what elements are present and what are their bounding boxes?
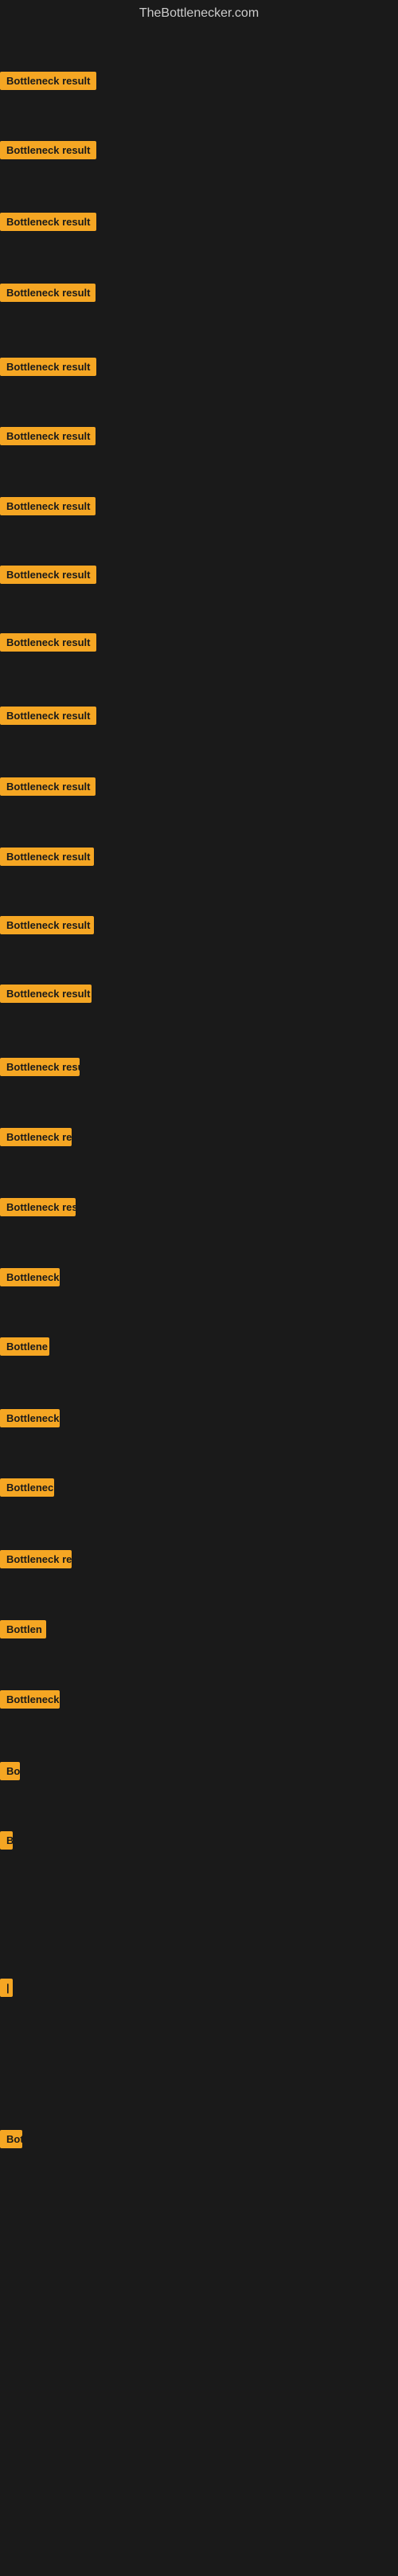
bottleneck-item: Bottleneck resu [0, 1198, 76, 1220]
bottleneck-badge[interactable]: Bottleneck [0, 1268, 60, 1286]
bottleneck-item: Bottleneck result [0, 213, 96, 235]
bottleneck-item: Bottleneck re [0, 1128, 72, 1150]
bottleneck-badge[interactable]: Bottleneck result [0, 707, 96, 725]
bottleneck-badge[interactable]: B [0, 1831, 13, 1850]
bottleneck-badge[interactable]: Bottleneck result [0, 213, 96, 231]
bottleneck-badge[interactable]: Bottleneck result [0, 848, 94, 866]
bottleneck-item: Bottleneck result [0, 916, 94, 938]
bottleneck-item: Bottleneck [0, 1690, 60, 1713]
bottleneck-item: | [0, 1979, 13, 2001]
bottleneck-item: Bottleneck result [0, 497, 96, 519]
bottleneck-item: Bottleneck result [0, 72, 96, 94]
bottleneck-badge[interactable]: Bottleneck result [0, 358, 96, 376]
bottleneck-badge[interactable]: Bottleneck resu [0, 1198, 76, 1216]
bottleneck-item: Bottleneck result [0, 985, 92, 1007]
bottleneck-badge[interactable]: Bottleneck result [0, 777, 96, 796]
bottleneck-badge[interactable]: Bottleneck result [0, 916, 94, 934]
bottleneck-badge[interactable]: Bottlen [0, 1620, 46, 1638]
bottleneck-badge[interactable]: Bottlene [0, 1337, 49, 1356]
bottleneck-badge[interactable]: Bottleneck result [0, 633, 96, 652]
bottleneck-item: Bottlen [0, 1620, 46, 1642]
bottleneck-item: Bottleneck [0, 1268, 60, 1290]
bottleneck-badge[interactable]: Bottleneck result [0, 1058, 80, 1076]
bottleneck-item: Bottleneck result [0, 777, 96, 800]
site-title: TheBottlenecker.com [0, 0, 398, 27]
bottleneck-badge[interactable]: Bottleneck result [0, 566, 96, 584]
bottleneck-badge[interactable]: Bottleneck result [0, 284, 96, 302]
bottleneck-item: Bottlene [0, 1337, 49, 1360]
bottleneck-badge[interactable]: Bottleneck re [0, 1550, 72, 1568]
bottleneck-item: Bot [0, 2130, 22, 2152]
bottleneck-badge[interactable]: Bottleneck re [0, 1128, 72, 1146]
bottleneck-badge[interactable]: Bot [0, 2130, 22, 2148]
bottleneck-item: Bottleneck [0, 1409, 60, 1431]
bottleneck-badge[interactable]: Bottleneck result [0, 497, 96, 515]
bottleneck-badge[interactable]: Bottleneck result [0, 427, 96, 445]
bottleneck-item: Bo [0, 1762, 20, 1784]
bottleneck-badge[interactable]: Bottleneck [0, 1690, 60, 1709]
bottleneck-item: Bottleneck result [0, 284, 96, 306]
bottleneck-item: Bottleneck result [0, 141, 96, 163]
bottleneck-item: Bottleneck result [0, 633, 96, 656]
bottleneck-item: Bottleneck result [0, 566, 96, 588]
bottleneck-item: Bottleneck result [0, 1058, 80, 1080]
bottleneck-badge[interactable]: Bo [0, 1762, 20, 1780]
bottleneck-item: B [0, 1831, 13, 1854]
bottleneck-badge[interactable]: Bottleneck result [0, 72, 96, 90]
bottleneck-badge[interactable]: Bottleneck [0, 1409, 60, 1427]
bottleneck-item: Bottleneck result [0, 848, 94, 870]
bottleneck-badge[interactable]: Bottlenec [0, 1478, 54, 1497]
bottleneck-item: Bottleneck re [0, 1550, 72, 1572]
bottleneck-item: Bottleneck result [0, 707, 96, 729]
bottleneck-item: Bottleneck result [0, 358, 96, 380]
bottleneck-badge[interactable]: Bottleneck result [0, 985, 92, 1003]
bottleneck-item: Bottleneck result [0, 427, 96, 449]
bottleneck-badge[interactable]: | [0, 1979, 13, 1997]
bottleneck-badge[interactable]: Bottleneck result [0, 141, 96, 159]
bottleneck-item: Bottlenec [0, 1478, 54, 1501]
